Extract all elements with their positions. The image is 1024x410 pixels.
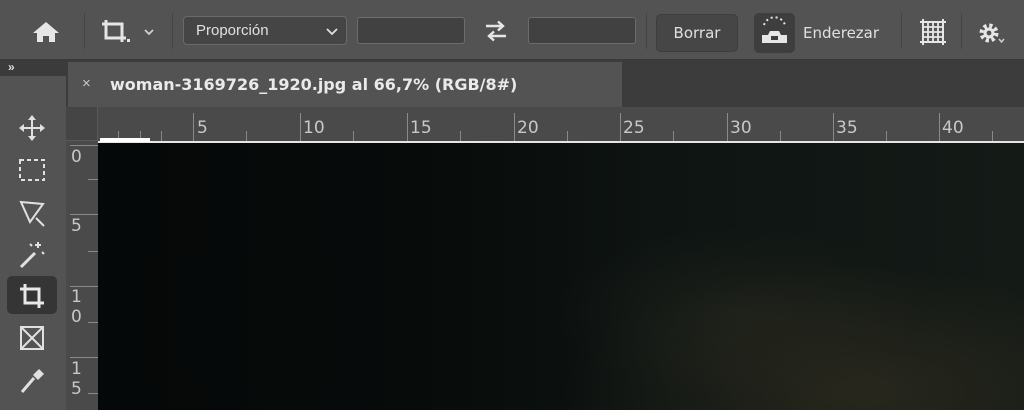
gear-icon[interactable] — [976, 20, 1006, 46]
ruler-label: 40 — [942, 118, 964, 138]
ruler-label: 20 — [517, 118, 539, 138]
ruler-label: 5 — [71, 216, 82, 236]
ruler-tick — [88, 251, 98, 252]
crop-handle[interactable] — [100, 138, 150, 142]
frame-icon — [20, 326, 44, 350]
crop-boundary[interactable] — [98, 141, 1024, 143]
vertical-ruler[interactable]: 0 5 1 0 1 5 — [66, 141, 98, 410]
image-canvas[interactable] — [98, 141, 1024, 410]
ruler-tick — [514, 113, 515, 141]
document-tab[interactable]: × woman-3169726_1920.jpg al 66,7% (RGB/8… — [68, 62, 622, 107]
move-tool[interactable] — [7, 108, 57, 146]
separator — [84, 13, 85, 49]
ruler-label: 0 — [71, 307, 82, 327]
ruler-label: 1 — [71, 359, 82, 379]
ruler-tick — [161, 131, 162, 141]
ruler-tick — [300, 113, 301, 141]
width-input[interactable] — [357, 17, 465, 44]
ruler-label: 25 — [623, 118, 645, 138]
ruler-origin[interactable] — [66, 107, 98, 141]
aspect-ratio-dropdown[interactable]: Proporción — [183, 16, 347, 45]
ruler-tick — [246, 131, 247, 141]
crop-tool[interactable] — [7, 276, 57, 314]
home-icon[interactable] — [31, 20, 61, 44]
grid-overlay-icon[interactable] — [919, 18, 947, 46]
ruler-tick — [70, 357, 98, 358]
horizontal-ruler[interactable]: 5 10 15 20 25 30 35 40 — [98, 107, 1024, 141]
separator — [961, 13, 962, 49]
ruler-tick — [88, 393, 98, 394]
swap-icon[interactable] — [483, 20, 509, 42]
ruler-label: 10 — [303, 118, 325, 138]
ruler-label: 1 — [71, 287, 82, 307]
ruler-tick — [939, 113, 940, 141]
close-icon[interactable]: × — [82, 76, 96, 92]
move-icon — [19, 115, 45, 141]
lasso-tool[interactable] — [7, 192, 57, 230]
ruler-label: 5 — [71, 379, 82, 399]
ruler-tick — [407, 113, 408, 141]
ruler-tick — [992, 131, 993, 141]
ruler-tick — [727, 113, 728, 141]
tools-panel: » — [0, 60, 66, 410]
options-bar: Proporción Borrar Enderezar — [0, 0, 1024, 60]
collapse-panel-button[interactable]: » — [0, 60, 66, 76]
document-title: woman-3169726_1920.jpg al 66,7% (RGB/8#) — [110, 75, 518, 94]
ruler-tick — [780, 131, 781, 141]
ruler-tick — [88, 322, 98, 323]
chevron-down-icon — [326, 24, 338, 41]
marquee-icon — [19, 159, 45, 181]
ruler-tick — [193, 113, 194, 141]
separator — [901, 13, 902, 49]
ruler-label: 5 — [197, 118, 208, 138]
ruler-tick — [567, 131, 568, 141]
separator — [172, 13, 173, 49]
ruler-tick — [620, 113, 621, 141]
eyedropper-icon — [20, 369, 44, 393]
lasso-icon — [19, 200, 45, 227]
ruler-tick — [460, 131, 461, 141]
magic-wand-icon — [19, 242, 45, 269]
straighten-label: Enderezar — [803, 24, 880, 42]
ruler-tick — [886, 131, 887, 141]
ruler-label: 30 — [730, 118, 752, 138]
ruler-label: 0 — [71, 147, 82, 167]
frame-tool[interactable] — [7, 318, 57, 356]
crop-tool-preset-button[interactable] — [98, 14, 160, 48]
marquee-tool[interactable] — [7, 150, 57, 188]
ruler-label: 15 — [410, 118, 432, 138]
clear-button[interactable]: Borrar — [656, 14, 738, 52]
ruler-tick — [88, 179, 98, 180]
separator — [646, 13, 647, 49]
straighten-button[interactable] — [754, 13, 795, 53]
level-icon — [762, 16, 787, 43]
ruler-tick — [833, 113, 834, 141]
ruler-tick — [70, 145, 98, 146]
ruler-tick — [673, 131, 674, 141]
eyedropper-tool[interactable] — [7, 360, 57, 398]
crop-icon — [20, 284, 44, 308]
ruler-label: 35 — [836, 118, 858, 138]
ruler-tick — [70, 214, 98, 215]
document-tab-bar: × woman-3169726_1920.jpg al 66,7% (RGB/8… — [66, 60, 1024, 107]
height-input[interactable] — [528, 17, 636, 44]
ruler-tick — [353, 131, 354, 141]
aspect-ratio-label: Proporción — [196, 22, 269, 39]
magic-wand-tool[interactable] — [7, 234, 57, 272]
